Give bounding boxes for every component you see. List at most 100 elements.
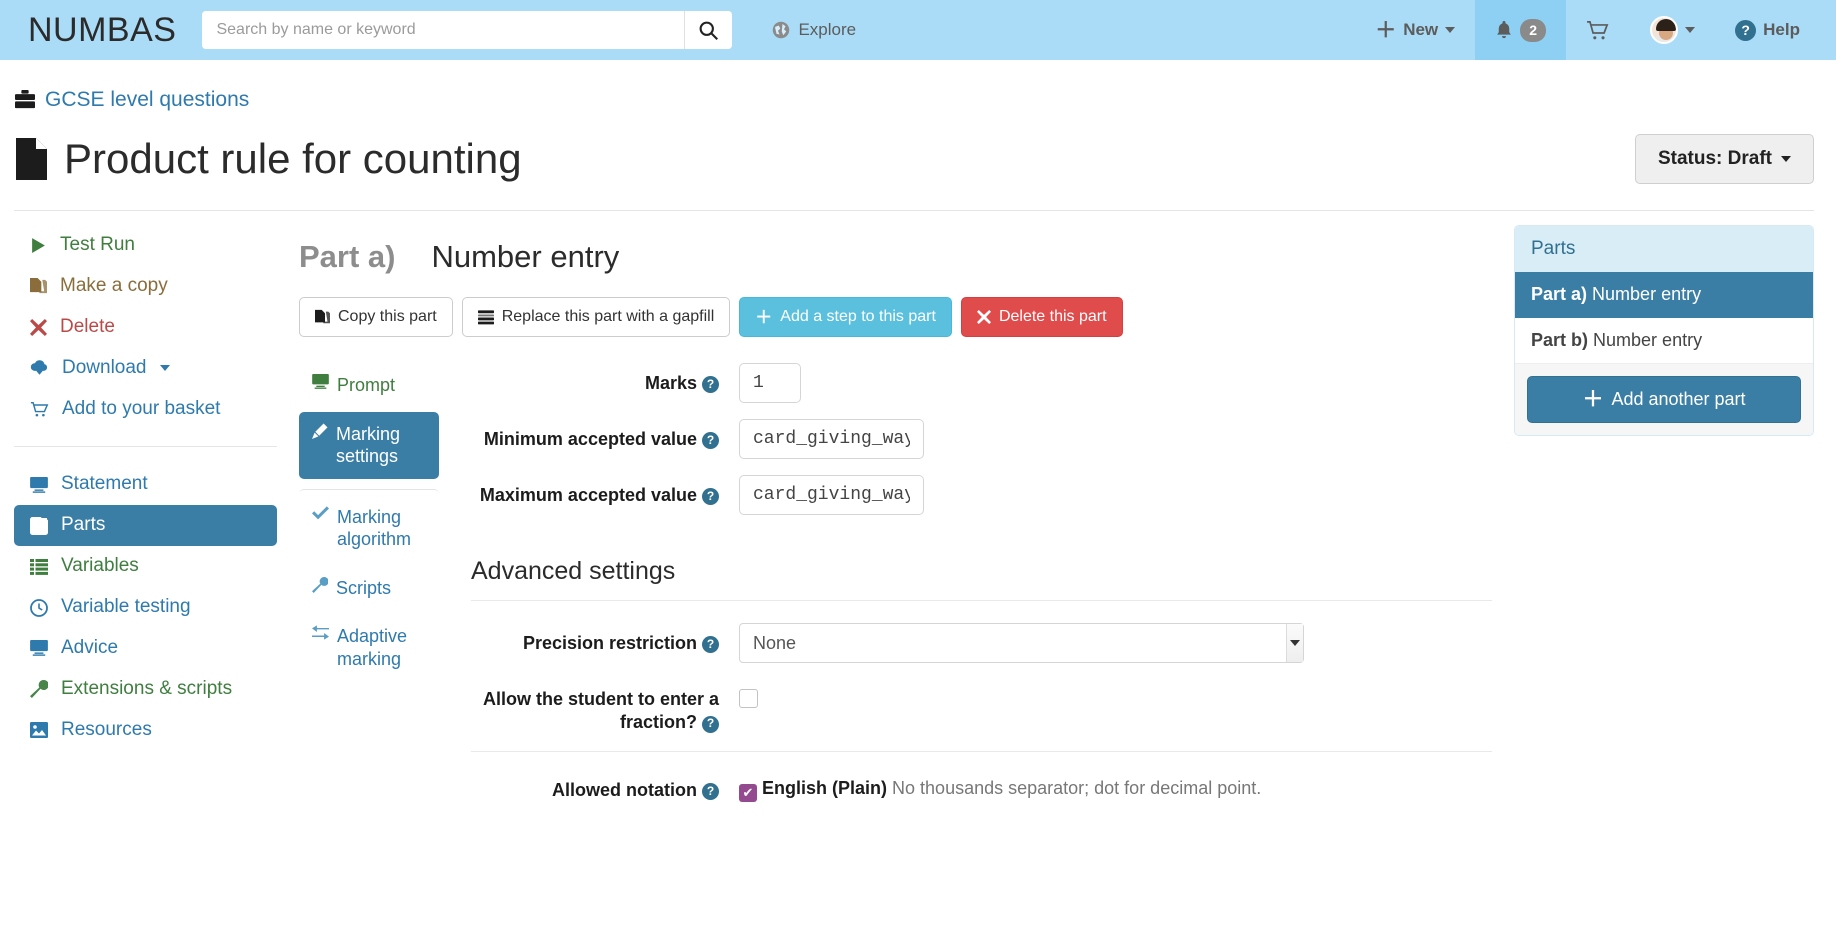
button-label: Add a step to this part: [780, 308, 936, 325]
parts-panel-item-a[interactable]: Part a) Number entry: [1515, 272, 1813, 318]
question-circle-icon: ?: [1735, 19, 1757, 41]
tab-marking-settings[interactable]: Marking settings: [299, 411, 439, 479]
status-dropdown-button[interactable]: Status: Draft: [1634, 134, 1814, 184]
minimum-accepted-value-input[interactable]: [739, 419, 924, 459]
notation-option-row: ✔ English (Plain) No thousands separator;…: [739, 770, 1261, 802]
sidebar-item-advice[interactable]: Advice: [14, 628, 277, 669]
help-icon[interactable]: ?: [702, 715, 719, 733]
sidebar-item-variable-testing[interactable]: Variable testing: [14, 587, 277, 628]
label-text: Maximum accepted value: [479, 485, 697, 505]
desktop-icon: [30, 640, 48, 657]
basket-button[interactable]: [1566, 0, 1630, 60]
parts-panel-item-b[interactable]: Part b) Number entry: [1515, 318, 1813, 364]
shopping-cart-icon: [30, 401, 49, 418]
parts-panel-footer: ＋ Add another part: [1515, 364, 1813, 435]
help-icon[interactable]: ?: [702, 488, 719, 506]
parts-panel: Parts Part a) Number entry Part b) Numbe…: [1514, 225, 1814, 436]
sidebar-item-label: Variable testing: [61, 596, 191, 618]
sidebar-item-extensions-scripts[interactable]: Extensions & scripts: [14, 669, 277, 710]
gapfill-icon: [477, 309, 494, 325]
new-menu-button[interactable]: ＋ New: [1355, 0, 1475, 60]
chevron-down-icon: [1781, 156, 1791, 162]
sidebar-item-delete[interactable]: Delete: [14, 307, 277, 348]
maximum-accepted-value-input[interactable]: [739, 475, 924, 515]
notifications-button[interactable]: 2: [1475, 0, 1567, 60]
part-prefix: Part a): [1531, 284, 1588, 304]
check-square-icon: [30, 516, 48, 535]
sidebar-item-make-a-copy[interactable]: Make a copy: [14, 266, 277, 307]
search-input[interactable]: [202, 11, 685, 49]
delete-this-part-button[interactable]: Delete this part: [960, 297, 1123, 337]
brand-logo[interactable]: NUMBAS: [28, 13, 176, 47]
search-bar: [202, 11, 733, 49]
page-body: Test Run Make a copy Delete Download Add…: [0, 211, 1836, 818]
top-navbar: NUMBAS Explore ＋ New: [0, 0, 1836, 60]
plus-icon: ＋: [755, 307, 773, 327]
wrench-icon: [312, 576, 328, 593]
part-prefix: Part b): [1531, 330, 1589, 350]
add-another-part-button[interactable]: ＋ Add another part: [1527, 376, 1801, 423]
breadcrumb[interactable]: GCSE level questions: [14, 88, 1814, 112]
sidebar-item-label: Statement: [61, 473, 148, 495]
field-minimum-accepted-value: Minimum accepted value?: [471, 419, 1492, 459]
field-precision-restriction: Precision restriction? None: [471, 623, 1492, 663]
label-text: Allowed notation: [552, 779, 697, 800]
field-allowed-notation: Allowed notation? ✔ English (Plain) No th…: [471, 770, 1492, 802]
sidebar-item-label: Download: [62, 356, 147, 378]
help-icon[interactable]: ?: [702, 432, 719, 450]
nav-explore[interactable]: Explore: [772, 20, 856, 40]
allowed-notation-label: Allowed notation?: [471, 770, 739, 802]
minimum-accepted-value-label: Minimum accepted value?: [471, 419, 739, 451]
sidebar-item-add-to-basket[interactable]: Add to your basket: [14, 389, 277, 430]
tab-marking-algorithm[interactable]: Marking algorithm: [299, 488, 439, 562]
copy-this-part-button[interactable]: Copy this part: [299, 297, 453, 337]
briefcase-icon: [14, 90, 36, 110]
user-menu-button[interactable]: [1630, 0, 1715, 60]
notation-checkbox[interactable]: ✔: [739, 783, 757, 802]
main-content: Part a) Number entry Copy this part Repl…: [277, 225, 1492, 818]
search-button[interactable]: [684, 11, 733, 49]
desktop-icon: [312, 374, 329, 389]
replace-with-gapfill-button[interactable]: Replace this part with a gapfill: [461, 297, 731, 337]
exchange-icon: [312, 625, 329, 640]
sidebar-divider: [14, 446, 277, 448]
sidebar-item-label: Delete: [60, 315, 115, 337]
label-text: Allow the student to enter a fraction?: [482, 689, 719, 733]
user-avatar: [1650, 16, 1679, 44]
sidebar-item-download[interactable]: Download: [14, 348, 277, 389]
chevron-down-icon: [1685, 27, 1696, 33]
sidebar-item-resources[interactable]: Resources: [14, 710, 277, 751]
help-icon[interactable]: ?: [702, 783, 719, 801]
sidebar-item-label: Parts: [61, 514, 106, 536]
new-menu-label: New: [1403, 20, 1439, 39]
sidebar-item-variables[interactable]: Variables: [14, 546, 277, 587]
search-icon: [698, 20, 719, 41]
cloud-download-icon: [30, 360, 49, 376]
globe-icon: [772, 21, 790, 39]
add-step-button[interactable]: ＋ Add a step to this part: [739, 297, 952, 337]
marks-label: Marks?: [471, 363, 739, 395]
help-icon[interactable]: ?: [702, 376, 719, 394]
help-button[interactable]: ? Help: [1715, 0, 1820, 60]
precision-restriction-select[interactable]: None: [739, 623, 1304, 663]
marks-input[interactable]: [739, 363, 801, 403]
sidebar-item-label: Advice: [61, 637, 119, 659]
help-icon[interactable]: ?: [702, 636, 719, 654]
tab-label: Marking algorithm: [337, 506, 412, 550]
chevron-down-icon: [159, 365, 170, 372]
tab-scripts[interactable]: Scripts: [299, 566, 439, 611]
tab-label: Scripts: [336, 577, 392, 598]
tab-label: Adaptive marking: [337, 626, 408, 669]
part-label: Part a): [299, 239, 396, 274]
part-type: Number entry: [431, 239, 620, 274]
help-label: Help: [1763, 20, 1800, 39]
tab-prompt[interactable]: Prompt: [299, 363, 439, 408]
tab-adaptive-marking[interactable]: Adaptive marking: [299, 614, 439, 681]
sidebar-item-parts[interactable]: Parts: [14, 505, 277, 547]
allow-fraction-checkbox[interactable]: [739, 689, 758, 708]
button-label: Delete this part: [998, 308, 1107, 325]
field-maximum-accepted-value: Maximum accepted value?: [471, 475, 1492, 515]
sidebar-item-label: Add to your basket: [62, 397, 221, 419]
sidebar-item-test-run[interactable]: Test Run: [14, 225, 277, 266]
sidebar-item-statement[interactable]: Statement: [14, 464, 277, 505]
